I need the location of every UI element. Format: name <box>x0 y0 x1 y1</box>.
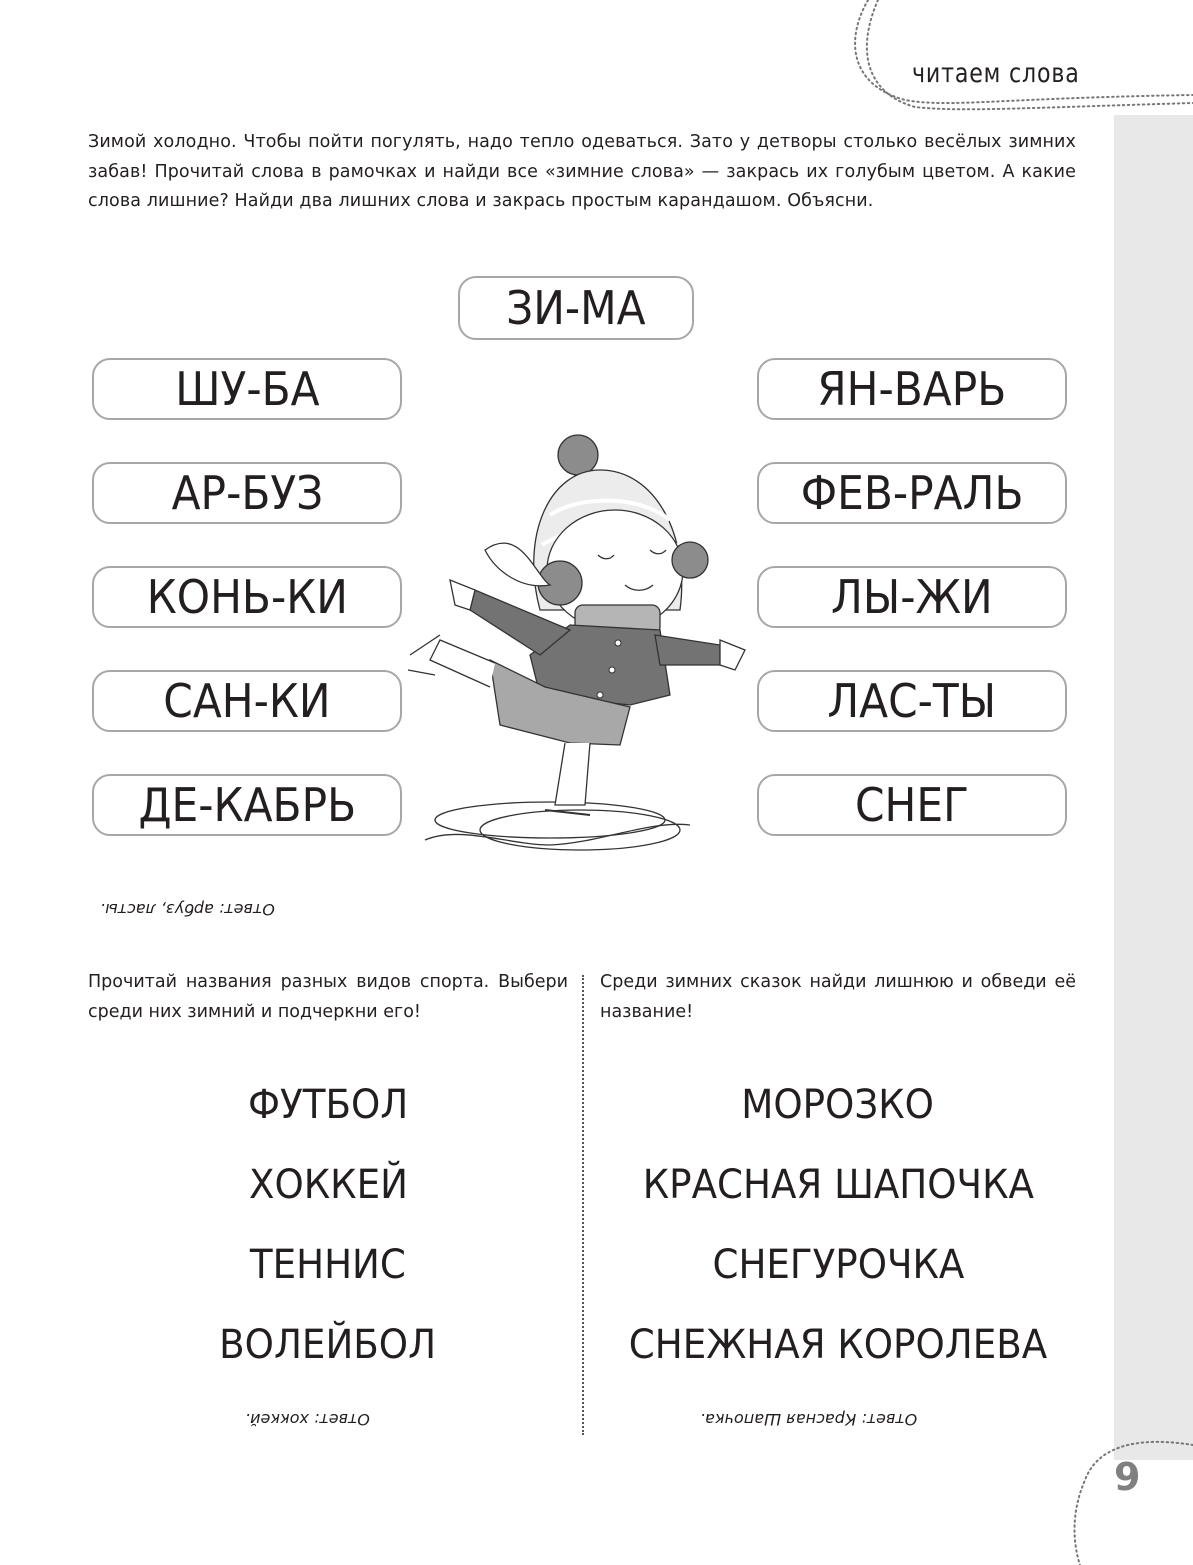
word-box-right-2[interactable]: ФЕВ-РАЛЬ <box>757 462 1067 524</box>
right-arm <box>654 634 721 666</box>
sport-label: ФУТБОЛ <box>247 1082 409 1128</box>
header-dotted-curve-inner <box>865 0 1193 111</box>
answer-sports: Ответ: хоккей. <box>245 1410 370 1429</box>
ice-trail <box>434 801 666 839</box>
word-label: ЛЫ-ЖИ <box>831 570 993 624</box>
mitten <box>449 578 476 611</box>
word-label: СНЕГ <box>855 778 969 832</box>
word-label: ШУ-БА <box>174 362 320 416</box>
word-label: САН-КИ <box>163 674 331 728</box>
word-label: КОНЬ-КИ <box>146 570 348 624</box>
intro-paragraph: Зимой холодно. Чтобы пойти погулять, над… <box>88 132 1076 211</box>
page-number: 9 <box>1114 1455 1141 1499</box>
tale-label: МОРОЗКО <box>741 1082 935 1128</box>
tale-item[interactable]: МОРОЗКО <box>600 1065 1076 1145</box>
word-box-left-1[interactable]: ШУ-БА <box>92 358 402 420</box>
word-box-right-4[interactable]: ЛАС-ТЫ <box>757 670 1067 732</box>
word-box-top[interactable]: ЗИ-МА <box>458 276 694 340</box>
standing-leg <box>554 742 591 806</box>
sport-label: ХОККЕЙ <box>248 1162 408 1208</box>
ice-trail <box>424 823 691 846</box>
sport-label: ТЕННИС <box>250 1242 406 1288</box>
word-label: ЗИ-МА <box>506 281 646 335</box>
column-divider <box>582 975 584 1435</box>
sports-list: ФУТБОЛ ХОККЕЙ ТЕННИС ВОЛЕЙБОЛ <box>88 1065 568 1385</box>
skater-girl-illustration <box>407 434 746 851</box>
answer-tales: Ответ: Красная Шапочка. <box>700 1410 918 1429</box>
tale-item[interactable]: КРАСНАЯ ШАПОЧКА <box>600 1145 1076 1225</box>
sport-item[interactable]: ТЕННИС <box>88 1225 568 1305</box>
sport-item[interactable]: ХОККЕЙ <box>88 1145 568 1225</box>
tale-item[interactable]: СНЕГУРОЧКА <box>600 1225 1076 1305</box>
word-label: ЛАС-ТЫ <box>827 674 997 728</box>
word-label: ЯН-ВАРЬ <box>817 362 1007 416</box>
tale-item[interactable]: СНЕЖНАЯ КОРОЛЕВА <box>600 1305 1076 1385</box>
word-box-left-2[interactable]: АР-БУЗ <box>92 462 402 524</box>
mitten <box>719 639 746 671</box>
tale-label: СНЕЖНАЯ КОРОЛЕВА <box>628 1322 1048 1368</box>
word-box-right-3[interactable]: ЛЫ-ЖИ <box>757 566 1067 628</box>
tales-list: МОРОЗКО КРАСНАЯ ШАПОЧКА СНЕГУРОЧКА СНЕЖН… <box>600 1065 1076 1385</box>
tale-label: КРАСНАЯ ШАПОЧКА <box>642 1162 1034 1208</box>
section-title: читаем слова <box>912 58 1080 89</box>
word-label: ДЕ-КАБРЬ <box>138 778 356 832</box>
sport-item[interactable]: ФУТБОЛ <box>88 1065 568 1145</box>
word-box-right-5[interactable]: СНЕГ <box>757 774 1067 836</box>
word-box-left-4[interactable]: САН-КИ <box>92 670 402 732</box>
word-label: АР-БУЗ <box>171 466 323 520</box>
word-box-left-3[interactable]: КОНЬ-КИ <box>92 566 402 628</box>
tale-label: СНЕГУРОЧКА <box>712 1242 964 1288</box>
word-label: ФЕВ-РАЛЬ <box>800 466 1024 520</box>
word-box-right-1[interactable]: ЯН-ВАРЬ <box>757 358 1067 420</box>
earmuff <box>671 541 709 579</box>
answer-words: Ответ: арбуз, ласты. <box>100 900 275 919</box>
word-box-left-5[interactable]: ДЕ-КАБРЬ <box>92 774 402 836</box>
tales-instruction: Среди зимних сказок найди лишнюю и обвед… <box>600 972 1076 1022</box>
ice-trail <box>479 809 681 851</box>
sport-label: ВОЛЕЙБОЛ <box>219 1322 437 1368</box>
sports-instruction: Прочитай названия разных видов спорта. В… <box>88 972 568 1022</box>
hat-pompom <box>557 434 599 476</box>
sport-item[interactable]: ВОЛЕЙБОЛ <box>88 1305 568 1385</box>
raised-leg <box>429 639 496 688</box>
